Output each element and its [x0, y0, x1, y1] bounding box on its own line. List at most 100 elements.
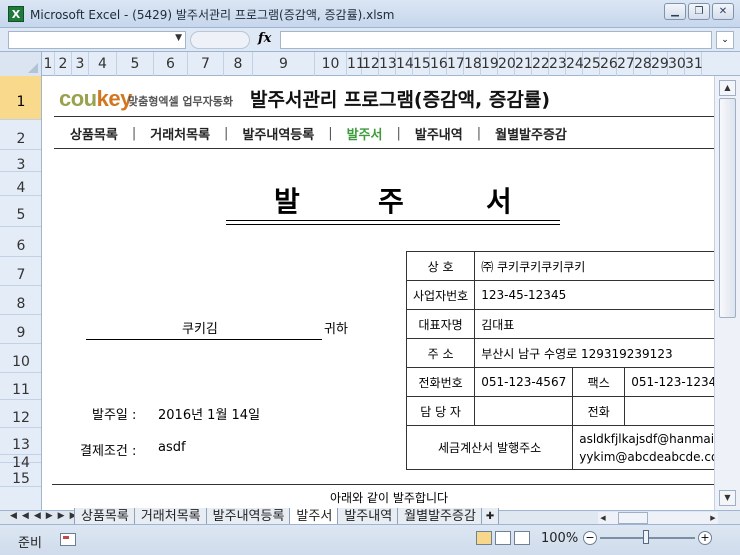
page-break-icon[interactable] [514, 531, 530, 545]
scroll-left-icon[interactable]: ◀ [598, 512, 608, 524]
row-header-cell[interactable]: 14 [0, 455, 41, 471]
column-header-cell[interactable]: 17 [447, 52, 465, 76]
row-header-cell[interactable]: 12 [0, 400, 41, 428]
column-header-cell[interactable]: 2 [55, 52, 72, 76]
zoom-level[interactable]: 100% [541, 531, 578, 546]
menu-item[interactable]: 거래처목록 [150, 124, 210, 143]
scroll-right-icon[interactable]: ▶ [708, 512, 718, 524]
column-header-cell[interactable]: 22 [532, 52, 550, 76]
row-header-cell[interactable]: 2 [0, 120, 41, 150]
column-header-cell[interactable]: 20 [498, 52, 516, 76]
sheet-tab[interactable]: 발주내역 [337, 508, 400, 525]
scroll-thumb[interactable] [719, 98, 736, 318]
column-header-cell[interactable]: 30 [668, 52, 686, 76]
row-header-cell[interactable]: 10 [0, 344, 41, 373]
row-header-cell[interactable]: 6 [0, 227, 41, 257]
column-header-cell[interactable]: 16 [430, 52, 448, 76]
row-header-cell[interactable]: 11 [0, 373, 41, 400]
column-header-cell[interactable]: 28 [634, 52, 652, 76]
column-header-cell[interactable]: 1 [42, 52, 55, 76]
formula-input[interactable] [280, 31, 712, 49]
menu-item[interactable]: 월별발주증감 [495, 124, 567, 143]
menu-item[interactable]: 상품목록 [70, 124, 118, 143]
column-header-cell[interactable]: 29 [651, 52, 669, 76]
row-header-cell[interactable]: 15 [0, 463, 41, 487]
zoom-out-icon[interactable]: − [583, 531, 597, 545]
page-layout-icon[interactable] [495, 531, 511, 545]
company-value[interactable]: ㈜ 쿠키쿠키쿠키쿠키 [474, 251, 714, 281]
column-header-cell[interactable]: 19 [481, 52, 499, 76]
address-value[interactable]: 부산시 남구 수영로 129319239123 [474, 338, 714, 368]
column-header-cell[interactable]: 24 [566, 52, 584, 76]
column-header-cell[interactable]: 23 [549, 52, 567, 76]
row-header-cell[interactable]: 1 [0, 76, 41, 120]
scroll-down-icon[interactable]: ▼ [719, 490, 736, 506]
column-header-cell[interactable]: 5 [117, 52, 154, 76]
fax-value[interactable]: 051-123-1234 [624, 367, 714, 397]
vertical-scrollbar[interactable]: ▲ ▼ [714, 76, 740, 510]
manager-phone-value[interactable] [624, 396, 714, 426]
column-header-cell[interactable]: 13 [379, 52, 397, 76]
column-header-cell[interactable]: 4 [89, 52, 117, 76]
horizontal-scrollbar[interactable]: ◀ ▶ [598, 512, 718, 524]
minimize-icon[interactable]: ▁ [664, 3, 686, 20]
normal-view-icon[interactable] [476, 531, 492, 545]
column-header-cell[interactable]: 27 [617, 52, 635, 76]
column-header-cell[interactable]: 6 [154, 52, 188, 76]
sheet-tab[interactable]: 발주내역등록 [205, 508, 292, 525]
row-header-cell[interactable]: 4 [0, 172, 41, 196]
tax-email-value[interactable]: asldkfjlkajsdf@hanmail.net yykim@abcdeab… [572, 425, 714, 470]
row-header-cell[interactable]: 13 [0, 428, 41, 455]
recipient-name[interactable]: 쿠키김 [182, 318, 218, 337]
business-number-value[interactable]: 123-45-12345 [474, 280, 714, 310]
row-header-cell[interactable]: 7 [0, 257, 41, 286]
chevron-down-icon[interactable]: ▼ [175, 33, 182, 43]
column-header-cell[interactable]: 3 [72, 52, 89, 76]
row-header-cell[interactable]: 5 [0, 196, 41, 227]
column-header-cell[interactable]: 11 [347, 52, 365, 76]
excel-icon[interactable]: X [8, 6, 24, 22]
insert-function-icon[interactable]: fx [258, 31, 271, 46]
sheet-tab[interactable]: 발주서 [289, 508, 340, 525]
column-header-cell[interactable]: 25 [583, 52, 601, 76]
column-header-cell[interactable]: 12 [362, 52, 380, 76]
sheet-tab[interactable]: 월별발주증감 [397, 508, 483, 525]
row-header-cell[interactable]: 3 [0, 150, 41, 173]
scroll-thumb[interactable] [618, 512, 648, 524]
column-header-cell[interactable]: 21 [515, 52, 533, 76]
ceo-value[interactable]: 김대표 [474, 309, 714, 339]
row-header-cell[interactable]: 9 [0, 315, 41, 344]
sheet-tab[interactable]: 거래처목록 [133, 508, 208, 525]
menu-item[interactable]: 발주내역등록 [242, 124, 314, 143]
macro-record-icon[interactable] [60, 533, 76, 546]
scroll-up-icon[interactable]: ▲ [719, 80, 736, 96]
zoom-in-icon[interactable]: + [698, 531, 712, 545]
payment-terms-value[interactable]: asdf [158, 440, 186, 455]
column-header-cell[interactable]: 8 [224, 52, 253, 76]
tab-navigation-icons[interactable]: ◀◀◀▶▶▶ [10, 511, 82, 521]
order-date-value[interactable]: 2016년 1월 14일 [158, 404, 260, 423]
column-header-cell[interactable]: 10 [315, 52, 347, 76]
column-header-cell[interactable]: 26 [600, 52, 618, 76]
close-icon[interactable]: ✕ [712, 3, 734, 20]
column-header-cell[interactable]: 31 [685, 52, 703, 76]
sheet-grid[interactable]: coukey 맞춤형엑셀 업무자동화 발주서관리 프로그램(증감액, 증감률) … [42, 76, 714, 510]
select-all-button[interactable] [0, 52, 42, 76]
menu-item[interactable]: 발주서 [347, 124, 383, 143]
column-header-cell[interactable]: 15 [413, 52, 431, 76]
row-header-cell[interactable]: 8 [0, 286, 41, 315]
phone-value[interactable]: 051-123-4567 [474, 367, 574, 397]
manager-value[interactable] [474, 396, 574, 426]
column-header-cell[interactable]: 7 [188, 52, 224, 76]
sheet-tab[interactable]: 상품목록 [74, 508, 136, 525]
menu-item[interactable]: 발주내역 [415, 124, 463, 143]
column-header-cell[interactable]: 18 [464, 52, 482, 76]
expand-formula-icon[interactable]: ⌄ [716, 31, 734, 49]
column-header-cell[interactable]: 9 [253, 52, 315, 76]
column-header-cell[interactable]: 14 [396, 52, 414, 76]
name-box[interactable]: ▼ [8, 31, 186, 49]
restore-icon[interactable]: ❐ [688, 3, 710, 20]
new-sheet-icon[interactable]: ✚ [480, 508, 500, 525]
tax-email-2: yykim@abcdeabcde.com [579, 449, 714, 464]
zoom-slider-thumb[interactable] [642, 530, 649, 544]
